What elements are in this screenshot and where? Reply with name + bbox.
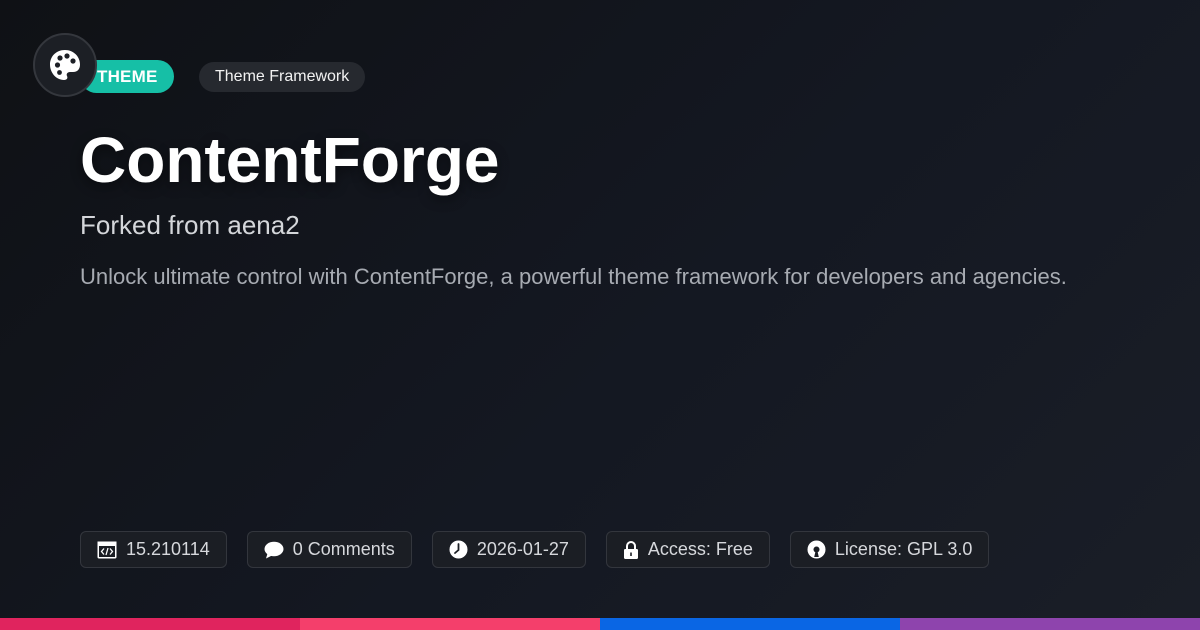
access-text: Access: Free [647,539,753,559]
open-source-icon [807,540,826,559]
date-text: 2026-01-27 [476,539,569,559]
color-stripe [0,618,1200,630]
forked-from-text: Forked from aena2 [80,210,300,240]
comments-badge[interactable]: 0 Comments [246,531,412,568]
stripe-segment [900,618,1200,630]
category-badge: Theme Framework [199,62,366,92]
stripe-segment [300,618,600,630]
description: Unlock ultimate control with ContentForg… [80,264,1067,289]
access-badge: Access: Free [605,531,770,568]
license-badge: License: GPL 3.0 [789,531,990,568]
stripe-segment [0,618,300,630]
lock-icon [623,540,638,559]
comment-icon [264,541,284,558]
page-title: ContentForge [80,124,500,196]
code-icon [97,541,117,558]
logo [33,33,97,97]
date-badge: 2026-01-27 [431,531,586,568]
version-badge: 15.210114 [80,531,227,568]
version-text: 15.210114 [126,539,210,559]
comments-text: 0 Comments [292,539,395,559]
license-text: License: GPL 3.0 [834,539,973,559]
meta-row: 15.210114 0 Comments 2026-01-27 Access: … [80,531,990,568]
palette-icon [50,50,80,80]
stripe-segment [600,618,900,630]
clock-icon [449,540,468,559]
